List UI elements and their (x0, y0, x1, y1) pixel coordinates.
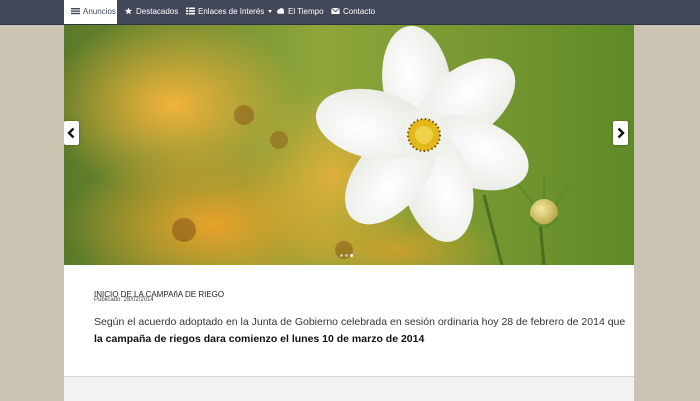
envelope-icon (331, 7, 340, 15)
chevron-down-icon (268, 10, 273, 13)
nav-item-anuncios[interactable]: Anuncios (64, 0, 117, 24)
nav-item-label: El Tiempo (288, 7, 324, 16)
image-carousel[interactable] (64, 25, 634, 265)
footer-strip (64, 376, 634, 401)
chevron-left-icon (67, 127, 75, 139)
article-date: Publicado: 28/02/2014 (94, 297, 154, 303)
nav-item-el-tiempo[interactable]: El Tiempo (276, 0, 324, 24)
carousel-prev-button[interactable] (64, 121, 79, 145)
nav-item-label: Contacto (343, 7, 376, 16)
nav-item-label: Destacados (136, 7, 179, 16)
chevron-right-icon (617, 127, 625, 139)
nav-item-label: Enlaces de Interés (198, 7, 265, 16)
article-body: Según el acuerdo adoptado en la Junta de… (94, 314, 634, 348)
main-content: INICIO DE LA CAMPAñA DE RIEGO Publicado:… (64, 25, 634, 401)
cosmos-flower-photo (64, 25, 634, 265)
nav-item-contacto[interactable]: Contacto (331, 0, 375, 24)
top-navbar: Anuncios Destacados Enlaces de Interés E… (0, 0, 700, 25)
nav-item-destacados[interactable]: Destacados (124, 0, 178, 24)
carousel-indicator-dot[interactable] (340, 254, 343, 257)
article-body-intro: Según el acuerdo adoptado en la Junta de… (94, 316, 626, 328)
carousel-next-button[interactable] (613, 121, 628, 145)
nav-item-label: Anuncios (83, 7, 116, 16)
article-body-highlight: la campaña de riegos dara comienzo el lu… (94, 333, 425, 345)
carousel-indicator-dot[interactable] (345, 254, 348, 257)
list-icon (71, 7, 80, 15)
carousel-indicators (340, 254, 355, 258)
cloud-icon (276, 7, 285, 15)
nav-item-enlaces[interactable]: Enlaces de Interés (186, 0, 273, 24)
carousel-indicator-dot[interactable] (350, 254, 353, 257)
star-icon (124, 7, 133, 15)
table-list-icon (186, 7, 195, 15)
